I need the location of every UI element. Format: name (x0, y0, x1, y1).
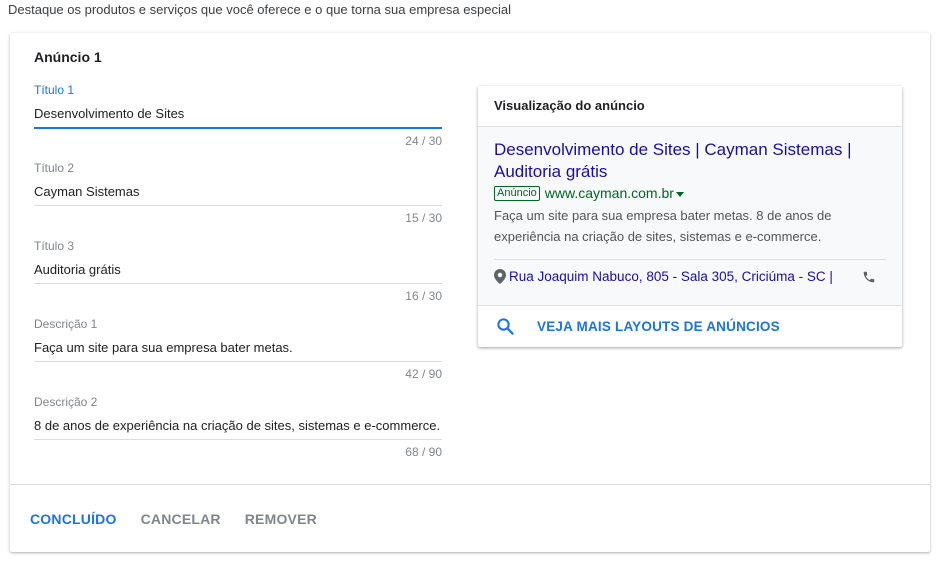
description-1-input[interactable]: Faça um site para sua empresa bater meta… (34, 339, 442, 357)
field-label: Título 3 (34, 239, 75, 253)
remove-button[interactable]: REMOVER (245, 509, 317, 529)
input-underline (34, 361, 442, 362)
headline-2-field[interactable]: Título 2 Cayman Sistemas 15 / 30 (34, 161, 442, 225)
char-counter: 42 / 90 (405, 367, 442, 381)
input-underline (34, 283, 442, 284)
ad-display-url[interactable]: www.cayman.com.br (545, 185, 674, 201)
field-label: Título 1 (34, 83, 75, 97)
ad-title: Anúncio 1 (34, 49, 102, 65)
char-counter: 15 / 30 (405, 211, 442, 225)
char-counter: 68 / 90 (405, 445, 442, 459)
description-2-input[interactable]: 8 de anos de experiência na criação de s… (34, 417, 442, 435)
field-label: Título 2 (34, 161, 75, 175)
headline-3-field[interactable]: Título 3 Auditoria grátis 16 / 30 (34, 239, 442, 303)
ad-editor-card: Anúncio 1 Título 1 Desenvolvimento de Si… (10, 33, 930, 552)
description-1-field[interactable]: Descrição 1 Faça um site para sua empres… (34, 317, 442, 381)
ad-preview-headline[interactable]: Desenvolvimento de Sites | Cayman Sistem… (494, 139, 874, 183)
char-counter: 24 / 30 (405, 134, 442, 148)
section-description: Destaque os produtos e serviços que você… (8, 2, 511, 17)
ad-preview-panel: Visualização do anúncio Desenvolvimento … (478, 86, 902, 347)
ad-address[interactable]: Rua Joaquim Nabuco, 805 - Sala 305, Cric… (509, 269, 833, 284)
input-underline (34, 205, 442, 206)
char-counter: 16 / 30 (405, 289, 442, 303)
ad-preview-description: Faça um site para sua empresa bater meta… (494, 208, 832, 244)
ad-preview-body: Desenvolvimento de Sites | Cayman Sistem… (478, 127, 902, 305)
location-pin-icon (494, 269, 506, 284)
description-2-field[interactable]: Descrição 2 8 de anos de experiência na … (34, 395, 442, 459)
search-icon (496, 317, 515, 336)
ad-preview-title: Visualização do anúncio (478, 86, 902, 127)
headline-1-field[interactable]: Título 1 Desenvolvimento de Sites 24 / 3… (34, 83, 442, 148)
caret-down-icon[interactable] (675, 191, 684, 197)
cancel-button[interactable]: CANCELAR (141, 509, 221, 529)
more-layouts-link[interactable]: VEJA MAIS LAYOUTS DE ANÚNCIOS (478, 305, 902, 346)
input-underline (34, 439, 442, 440)
headline-3-input[interactable]: Auditoria grátis (34, 261, 442, 279)
ad-url-row: Anúncio www.cayman.com.br (494, 185, 684, 201)
field-label: Descrição 2 (34, 395, 98, 409)
ad-badge: Anúncio (494, 185, 540, 201)
headline-1-input[interactable]: Desenvolvimento de Sites (34, 105, 442, 123)
ad-location-extension[interactable]: Rua Joaquim Nabuco, 805 - Sala 305, Cric… (494, 269, 886, 284)
divider (494, 259, 886, 260)
phone-icon[interactable] (862, 270, 876, 284)
headline-2-input[interactable]: Cayman Sistemas (34, 183, 442, 201)
field-label: Descrição 1 (34, 317, 98, 331)
action-bar: CONCLUÍDO CANCELAR REMOVER (30, 509, 317, 529)
divider (10, 484, 930, 485)
input-underline (34, 127, 442, 129)
done-button[interactable]: CONCLUÍDO (30, 509, 117, 529)
more-layouts-label: VEJA MAIS LAYOUTS DE ANÚNCIOS (537, 318, 780, 334)
